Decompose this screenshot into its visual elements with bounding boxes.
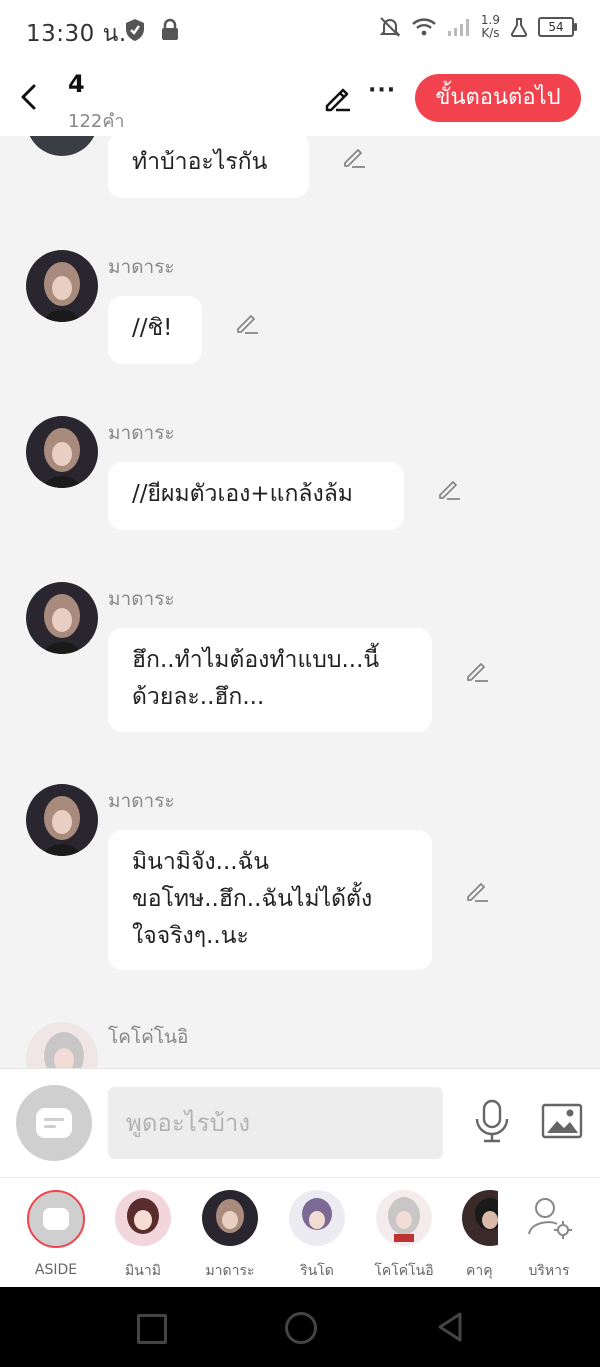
battery-indicator: 54 — [538, 17, 577, 37]
message-bubble[interactable]: //ชิ! — [108, 296, 202, 364]
network-speed: 1.9 K/s — [480, 13, 500, 40]
avatar[interactable] — [26, 784, 98, 856]
back-arrow-icon[interactable] — [14, 80, 44, 114]
character-minami[interactable]: มินามิ — [103, 1190, 183, 1282]
image-icon[interactable] — [541, 1103, 583, 1139]
edit-message-icon[interactable] — [436, 476, 462, 502]
bell-off-icon — [379, 17, 401, 37]
microphone-icon[interactable] — [472, 1099, 512, 1145]
lock-icon — [162, 18, 178, 40]
speaker-name: มาดาระ — [108, 422, 175, 444]
signal-icon — [447, 19, 469, 36]
composer — [0, 1068, 600, 1177]
character-kokonoi[interactable]: โคโค่โนอิ — [364, 1190, 444, 1282]
message-bubble[interactable]: มินามิจัง...ฉัน ขอโทษ..ฮึก..ฉันไม่ได้ตั้… — [108, 830, 432, 970]
character-rindo[interactable]: รินโด — [277, 1190, 357, 1282]
speaker-name: มาดาระ — [108, 256, 175, 278]
avatar[interactable] — [26, 416, 98, 488]
avatar — [462, 1190, 498, 1246]
status-bar: 13:30 น. 1.9 K/s 54 — [0, 0, 600, 62]
speaker-name: มาดาระ — [108, 588, 175, 610]
more-options-icon[interactable]: ··· — [368, 78, 396, 103]
avatar[interactable] — [26, 582, 98, 654]
wifi-icon — [412, 18, 436, 36]
character-bar: ASIDE มินามิ มาดาระ รินโด โคโค่โนอิ คาคุ… — [0, 1177, 600, 1288]
user-settings-icon — [521, 1190, 577, 1246]
edit-message-icon[interactable] — [464, 878, 490, 904]
avatar[interactable] — [26, 250, 98, 322]
avatar — [115, 1190, 171, 1246]
manage-characters[interactable]: บริหาร — [509, 1190, 589, 1282]
character-aside[interactable]: ASIDE — [16, 1190, 96, 1278]
message-bubble[interactable]: ทำบ้าอะไรกัน — [108, 136, 309, 198]
aside-toggle-button[interactable] — [16, 1085, 92, 1161]
flask-icon — [510, 18, 528, 37]
character-madara[interactable]: มาดาระ — [190, 1190, 270, 1282]
chat-area[interactable]: ทำบ้าอะไรกัน มาดาระ //ชิ! มาดาระ //ยีผมต… — [0, 136, 600, 1068]
avatar[interactable] — [26, 136, 98, 156]
edit-message-icon[interactable] — [464, 658, 490, 684]
edit-title-icon[interactable] — [322, 82, 354, 114]
speaker-name: โคโค่โนอิ — [108, 1026, 189, 1048]
chapter-title: 4 — [68, 70, 85, 98]
message-input[interactable] — [108, 1087, 443, 1159]
message-bubble[interactable]: ฮึก..ทำไมต้องทำแบบ...นี้ ด้วยละ..ฮึก... — [108, 628, 432, 732]
home-icon[interactable] — [285, 1312, 317, 1344]
speaker-name: มาดาระ — [108, 790, 175, 812]
edit-message-icon[interactable] — [234, 310, 260, 336]
avatar — [202, 1190, 258, 1246]
character-kakucho[interactable]: คาคุ — [442, 1190, 498, 1282]
editor-header: 4 122คำ ··· ขั้นตอนต่อไป — [0, 62, 600, 136]
avatar — [376, 1190, 432, 1246]
avatar[interactable] — [26, 1022, 98, 1068]
system-nav-bar — [0, 1287, 600, 1367]
word-count: 122คำ — [68, 111, 125, 132]
edit-message-icon[interactable] — [341, 144, 367, 170]
next-step-button[interactable]: ขั้นตอนต่อไป — [415, 74, 581, 122]
status-time: 13:30 น. — [26, 21, 127, 47]
aside-icon — [36, 1108, 72, 1138]
message-bubble[interactable]: //ยีผมตัวเอง+แกล้งล้ม — [108, 462, 404, 530]
shield-icon — [126, 19, 144, 41]
aside-icon — [27, 1190, 85, 1248]
back-triangle-icon[interactable] — [435, 1311, 465, 1343]
recent-apps-icon[interactable] — [137, 1314, 167, 1344]
avatar — [289, 1190, 345, 1246]
